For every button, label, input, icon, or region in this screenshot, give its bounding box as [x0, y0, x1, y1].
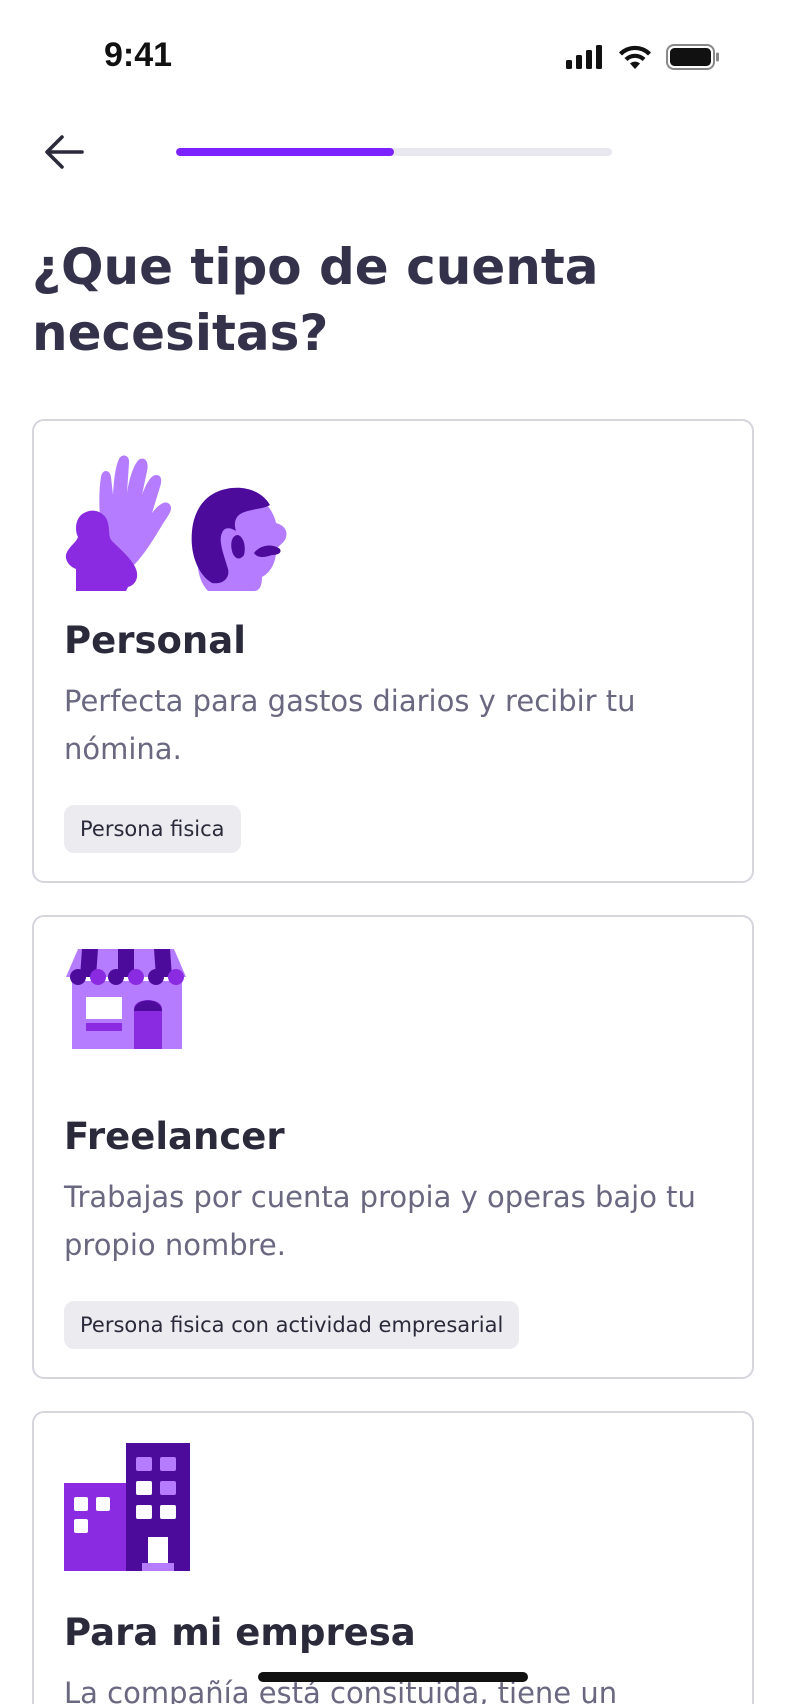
account-option-title: Para mi empresa: [64, 1611, 416, 1654]
wifi-icon: [618, 45, 652, 73]
arrow-left-icon: [45, 135, 84, 169]
progress-fill: [176, 148, 394, 156]
status-icons: [566, 44, 720, 74]
storefront-icon: [64, 947, 188, 1055]
account-option-description: Perfecta para gastos diarios y recibir t…: [64, 684, 636, 766]
account-type-screen: 9:41 ¿Que tipo de cuenta necesitas? Pers…: [0, 0, 786, 1704]
account-option-title: Freelancer: [64, 1115, 285, 1158]
hand-and-person-icon: [64, 451, 304, 595]
battery-icon: [666, 44, 720, 74]
account-option-tag: Persona fisica con actividad empresarial: [64, 1301, 520, 1349]
account-option-tag: Persona fisica: [64, 805, 241, 853]
account-option-freelancer[interactable]: Freelancer Trabajas por cuenta propia y …: [32, 915, 754, 1379]
account-option-business[interactable]: Para mi empresa La compañía está consitu…: [32, 1411, 754, 1704]
account-option-personal[interactable]: Personal Perfecta para gastos diarios y …: [32, 419, 754, 883]
page-title: ¿Que tipo de cuenta necesitas?: [32, 238, 599, 362]
back-button[interactable]: [40, 130, 88, 174]
office-buildings-icon: [64, 1443, 194, 1577]
account-option-description: Trabajas por cuenta propia y operas bajo…: [64, 1180, 696, 1262]
onboarding-progress-bar: [176, 148, 612, 156]
status-time: 9:41: [104, 36, 173, 74]
account-option-title: Personal: [64, 619, 246, 662]
home-indicator: [258, 1672, 528, 1682]
cellular-signal-icon: [566, 45, 604, 73]
